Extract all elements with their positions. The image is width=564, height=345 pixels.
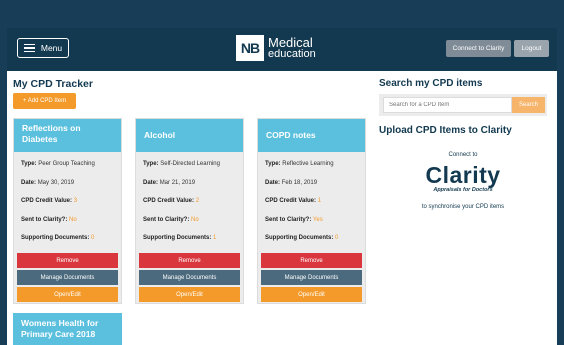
sync-text: to synchronise your CPD items <box>421 204 505 210</box>
connect-to-text: Connect to <box>448 152 478 158</box>
remove-button[interactable]: Remove <box>17 253 118 268</box>
top-strip <box>0 0 564 28</box>
card-docs: Supporting Documents: 1 <box>143 235 217 241</box>
remove-button[interactable]: Remove <box>261 253 362 268</box>
card-title[interactable]: COPD notes <box>258 119 365 152</box>
card-title[interactable]: Reflections on Diabetes <box>14 119 121 152</box>
menu-label: Menu <box>40 43 63 53</box>
card-date: Date: Feb 18, 2019 <box>265 180 318 186</box>
clarity-logo-tagline: Appraisals for Doctors <box>433 187 493 193</box>
cpd-card: Reflections on Diabetes Type: Peer Group… <box>13 118 122 304</box>
card-docs: Supporting Documents: 0 <box>21 235 95 241</box>
hamburger-icon <box>23 44 35 52</box>
logo-line-2: education <box>268 48 316 60</box>
card-credit: CPD Credit Value: 2 <box>143 198 200 204</box>
manage-documents-button[interactable]: Manage Documents <box>17 270 118 285</box>
site-logo[interactable]: NB Medical education <box>236 35 316 61</box>
page-title: My CPD Tracker <box>13 78 93 90</box>
remove-button[interactable]: Remove <box>139 253 240 268</box>
search-button[interactable]: Search <box>512 97 545 113</box>
card-sent: Sent to Clarity?: No <box>21 217 77 223</box>
card-credit: CPD Credit Value: 3 <box>21 198 78 204</box>
upload-title: Upload CPD Items to Clarity <box>379 125 512 136</box>
app-window: Menu NB Medical education Connect to Cla… <box>7 28 557 345</box>
nb-logo-mark: NB <box>236 35 264 61</box>
cpd-card-title[interactable]: Womens Health for Primary Care 2018 <box>13 313 122 345</box>
card-sent: Sent to Clarity?: No <box>143 217 199 223</box>
clarity-logo[interactable]: Clarity Appraisals for Doctors <box>379 162 547 194</box>
card-date: Date: Mar 21, 2019 <box>143 180 196 186</box>
clarity-logo-name: Clarity <box>425 162 501 188</box>
cpd-card: Alcohol Type: Self-Directed Learning Dat… <box>135 118 244 304</box>
logout-button[interactable]: Logout <box>514 40 549 57</box>
cpd-card: COPD notes Type: Reflective Learning Dat… <box>257 118 366 304</box>
manage-documents-button[interactable]: Manage Documents <box>261 270 362 285</box>
card-title[interactable]: Alcohol <box>136 119 243 152</box>
card-sent: Sent to Clarity?: Yes <box>265 217 323 223</box>
connect-to-clarity-button[interactable]: Connect to Clarity <box>446 40 511 57</box>
manage-documents-button[interactable]: Manage Documents <box>139 270 240 285</box>
open-edit-button[interactable]: Open/Edit <box>261 287 362 302</box>
open-edit-button[interactable]: Open/Edit <box>139 287 240 302</box>
add-cpd-item-button[interactable]: + Add CPD Item <box>13 93 76 109</box>
menu-button[interactable]: Menu <box>17 38 69 58</box>
card-docs: Supporting Documents: 0 <box>265 235 339 241</box>
card-type: Type: Peer Group Teaching <box>21 161 95 167</box>
card-credit: CPD Credit Value: 1 <box>265 198 322 204</box>
search-bar: Search <box>379 94 547 116</box>
search-title: Search my CPD items <box>379 78 483 89</box>
site-header: Menu NB Medical education Connect to Cla… <box>7 28 557 71</box>
card-type: Type: Self-Directed Learning <box>143 161 220 167</box>
open-edit-button[interactable]: Open/Edit <box>17 287 118 302</box>
card-type: Type: Reflective Learning <box>265 161 334 167</box>
card-date: Date: May 30, 2019 <box>21 180 75 186</box>
search-input[interactable] <box>383 97 512 113</box>
